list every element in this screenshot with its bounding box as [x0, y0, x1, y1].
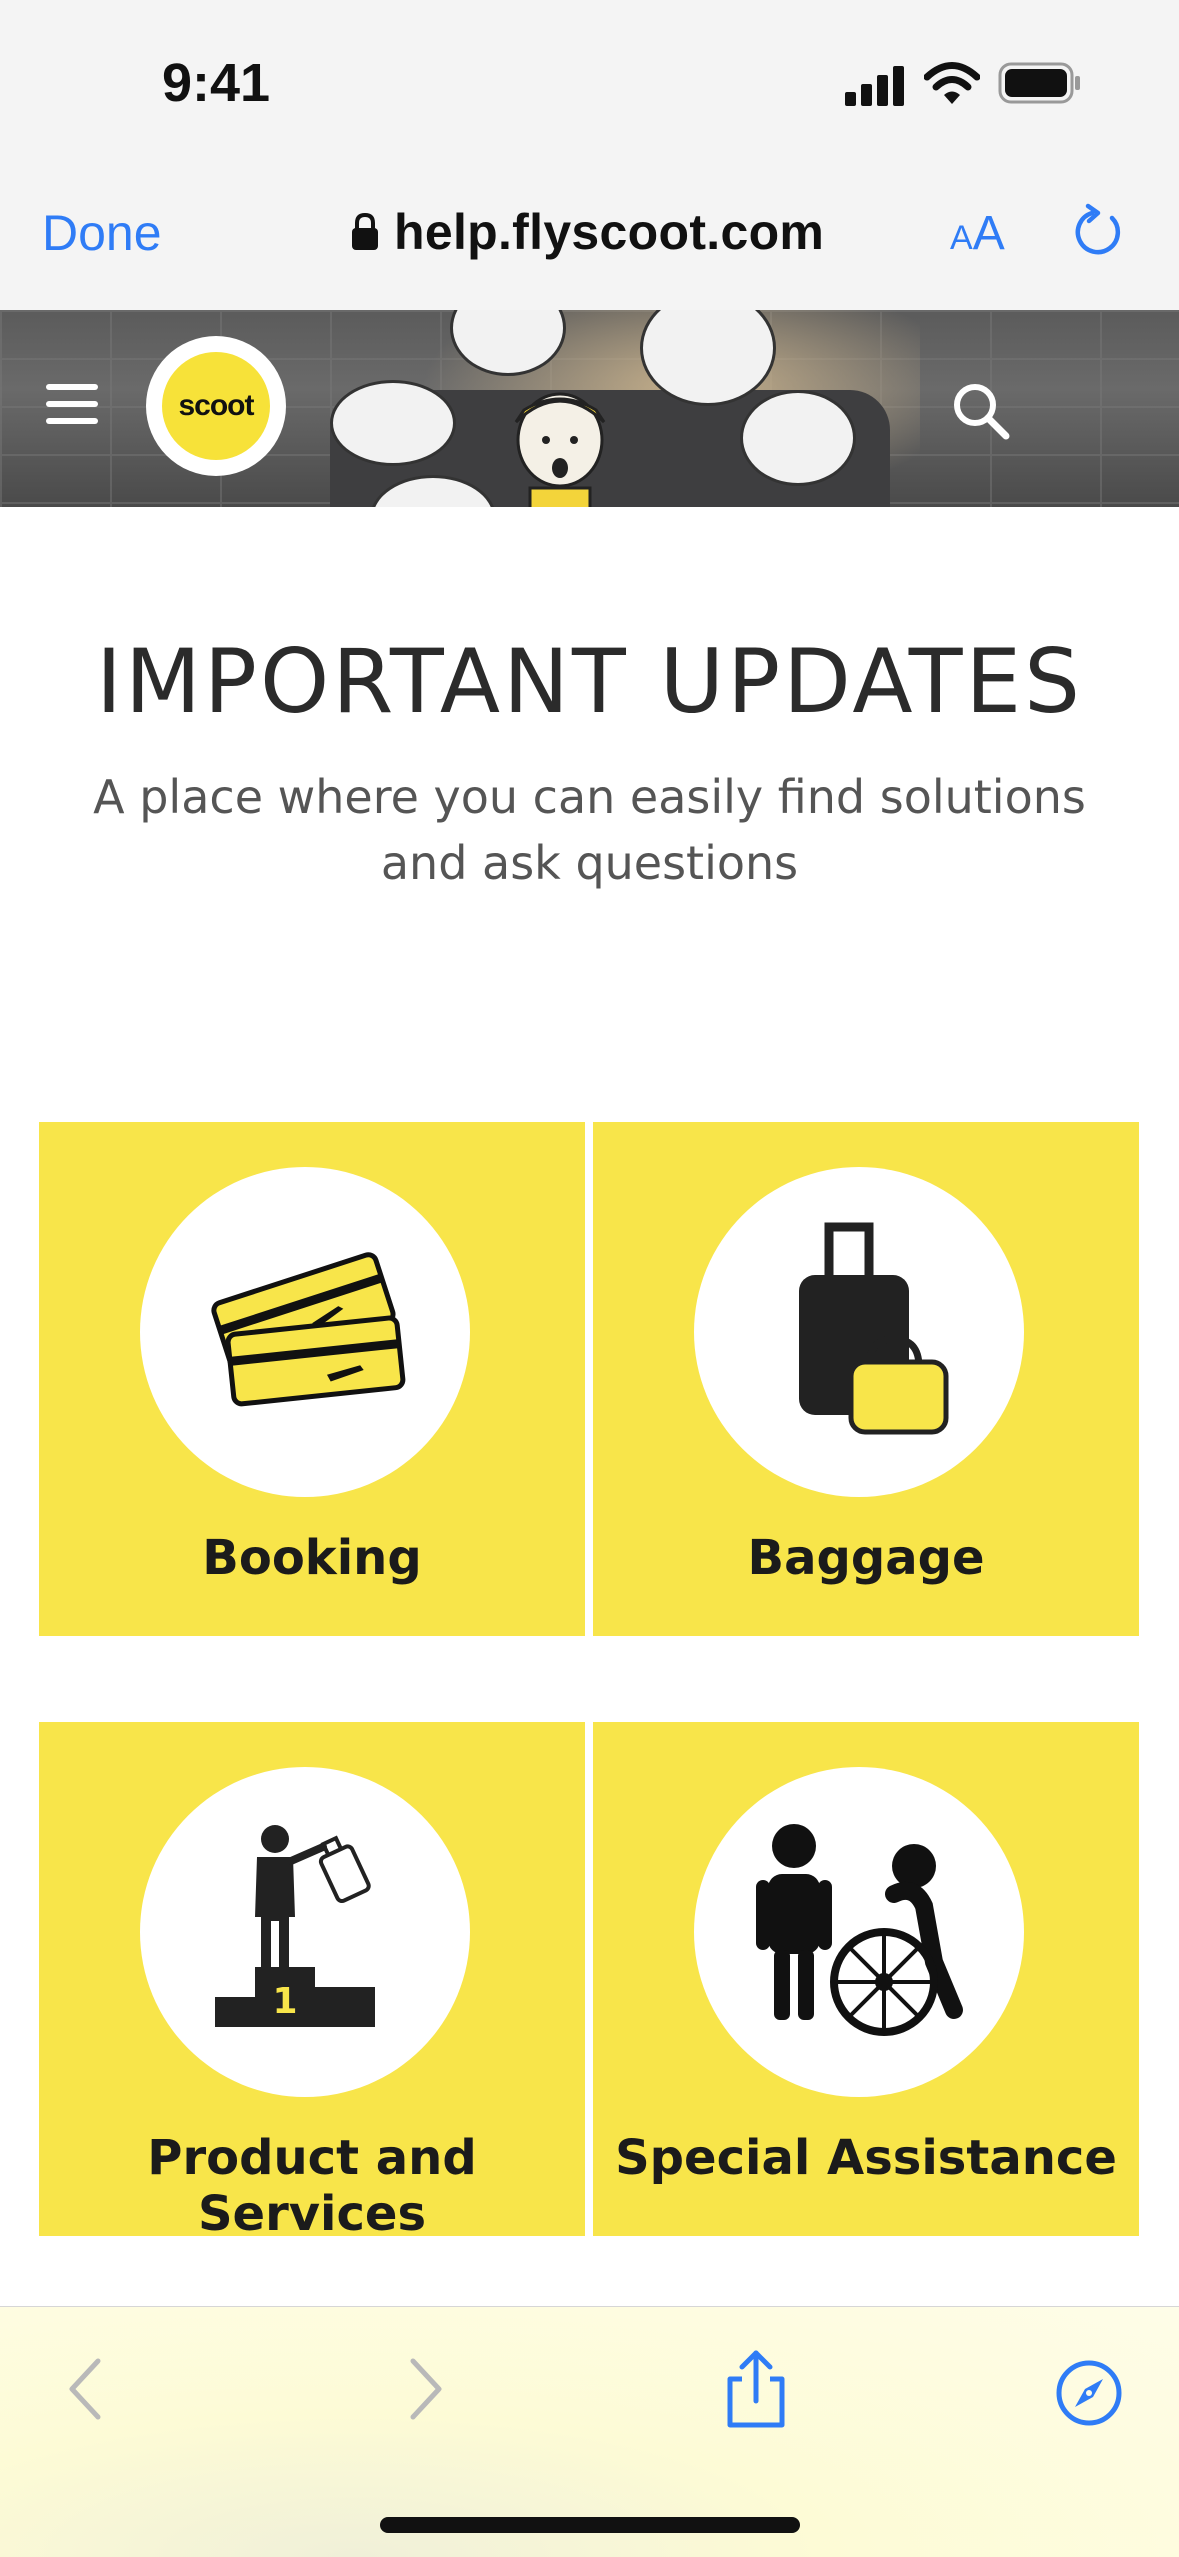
category-label: Booking	[202, 1530, 422, 1586]
bottom-toolbar	[0, 2306, 1179, 2557]
thought-bubble-plane	[330, 380, 456, 466]
luggage-icon	[799, 1222, 949, 1435]
signal-icon	[845, 66, 904, 106]
done-button[interactable]: Done	[42, 204, 162, 262]
category-icon-circle: 1	[140, 1767, 470, 2097]
boarding-pass-icon	[211, 1252, 406, 1407]
menu-icon[interactable]	[46, 382, 98, 426]
home-indicator[interactable]	[380, 2517, 800, 2533]
text-size-small-label: A	[950, 219, 973, 257]
address-bar[interactable]: help.flyscoot.com	[350, 200, 824, 264]
logo-text: scoot	[162, 352, 270, 460]
svg-text:1: 1	[272, 1981, 297, 2022]
category-icon-circle	[140, 1167, 470, 1497]
forward-icon[interactable]	[405, 2357, 445, 2421]
text-size-button[interactable]: AA	[950, 206, 1005, 261]
hero-banner: scoot	[0, 310, 1179, 507]
lock-icon	[352, 212, 378, 250]
share-icon[interactable]	[722, 2349, 790, 2429]
wifi-icon	[924, 62, 980, 104]
reload-icon[interactable]	[1068, 202, 1128, 262]
browser-toolbar: Done help.flyscoot.com AA	[0, 170, 1179, 311]
page-subtitle: A place where you can easily find soluti…	[93, 770, 1086, 890]
category-label: Product and Services	[147, 2130, 477, 2242]
category-icon-circle	[694, 1767, 1024, 2097]
wheelchair-icon	[756, 1824, 963, 2036]
podium-icon: 1	[215, 1825, 375, 2027]
category-tile-baggage[interactable]: Baggage	[593, 1122, 1139, 1636]
category-tile-product-and-services[interactable]: 1 Product and Services	[39, 1722, 585, 2242]
status-time: 9:41	[162, 53, 271, 113]
text-size-large-label: A	[972, 207, 1005, 260]
category-tile-booking[interactable]: Booking	[39, 1122, 585, 1636]
category-label: Baggage	[747, 1530, 985, 1586]
compass-icon[interactable]	[1055, 2359, 1123, 2427]
status-bar: 9:41	[0, 0, 1179, 170]
category-label: Special Assistance	[615, 2130, 1117, 2186]
battery-icon	[998, 62, 1080, 104]
search-icon[interactable]	[950, 380, 1012, 442]
category-tile-special-assistance[interactable]: Special Assistance	[593, 1722, 1139, 2236]
category-icon-circle	[694, 1167, 1024, 1497]
thought-bubble-calendar	[740, 390, 856, 486]
scoot-logo[interactable]: scoot	[146, 336, 286, 476]
url-text: help.flyscoot.com	[394, 204, 825, 260]
character-illustration	[514, 392, 606, 507]
back-icon[interactable]	[66, 2357, 106, 2421]
page-title: IMPORTANT UPDATES	[96, 630, 1083, 733]
